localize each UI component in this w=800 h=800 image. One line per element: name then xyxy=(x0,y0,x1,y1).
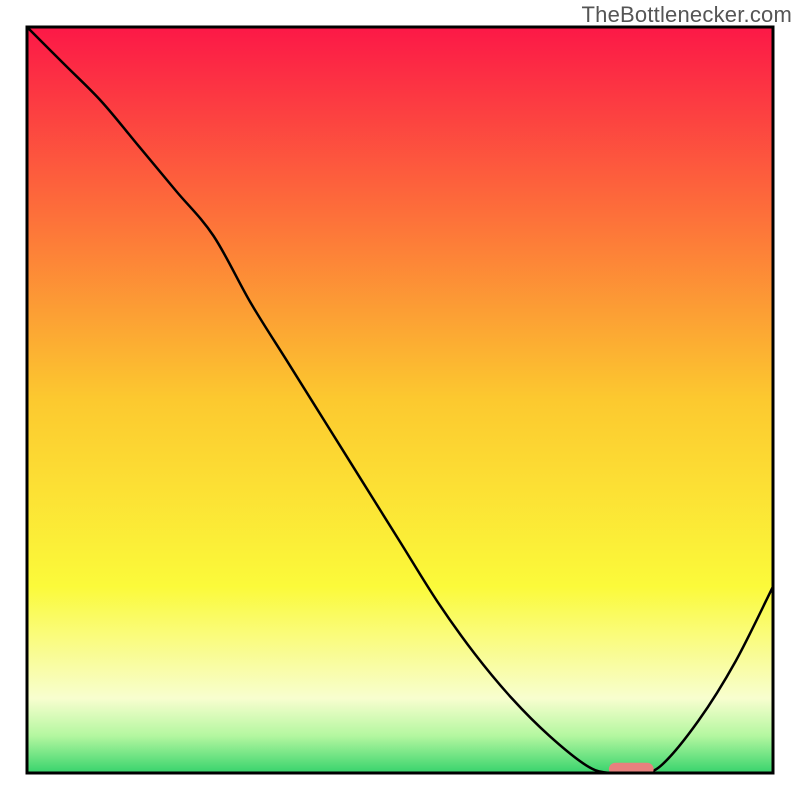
gradient-background xyxy=(27,27,773,773)
watermark-label: TheBottlenecker.com xyxy=(582,2,792,28)
bottleneck-chart xyxy=(0,0,800,800)
